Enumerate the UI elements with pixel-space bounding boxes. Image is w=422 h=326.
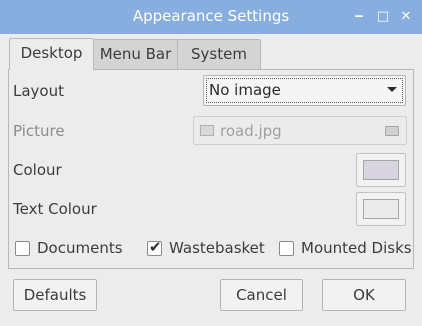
checkbox-box [279,241,294,256]
appearance-settings-window: Appearance Settings ‒ □ ✕ Desktop Menu B… [0,0,422,326]
tab-menu-bar[interactable]: Menu Bar [93,39,178,69]
layout-dropdown-value: No image [209,81,281,99]
mounted-disks-checkbox-label: Mounted Disks [301,239,412,257]
wastebasket-checkbox[interactable]: ✔ Wastebasket [147,238,267,258]
maximize-icon[interactable]: □ [374,8,392,26]
close-icon[interactable]: ✕ [397,8,415,26]
wastebasket-checkbox-label: Wastebasket [169,239,265,257]
tab-desktop[interactable]: Desktop [9,38,94,70]
defaults-button[interactable]: Defaults [13,279,97,311]
layout-dropdown[interactable]: No image [203,75,406,106]
layout-label: Layout [13,82,64,100]
picture-file-name: road.jpg [220,122,282,140]
picture-file-chooser[interactable]: road.jpg [193,116,407,145]
text-colour-picker-button[interactable] [356,192,406,226]
chevron-down-icon [387,87,397,92]
documents-checkbox-label: Documents [37,239,123,257]
colour-picker-button[interactable] [356,153,406,187]
checkbox-box [15,241,30,256]
title-bar[interactable]: Appearance Settings ‒ □ ✕ [0,0,422,34]
minimize-icon[interactable]: ‒ [350,8,368,26]
folder-icon [385,126,399,136]
check-icon: ✔ [149,238,162,256]
picture-label: Picture [13,122,65,140]
image-file-icon [200,125,214,136]
tab-system[interactable]: System [177,39,261,69]
colour-label: Colour [13,161,62,179]
ok-button[interactable]: OK [322,279,406,311]
text-colour-label: Text Colour [13,200,97,218]
cancel-button[interactable]: Cancel [220,279,303,311]
colour-swatch [363,160,399,180]
documents-checkbox[interactable]: Documents [15,239,125,258]
mounted-disks-checkbox[interactable]: Mounted Disks [279,239,412,258]
text-colour-swatch [363,199,399,219]
checkbox-box: ✔ [147,238,162,256]
